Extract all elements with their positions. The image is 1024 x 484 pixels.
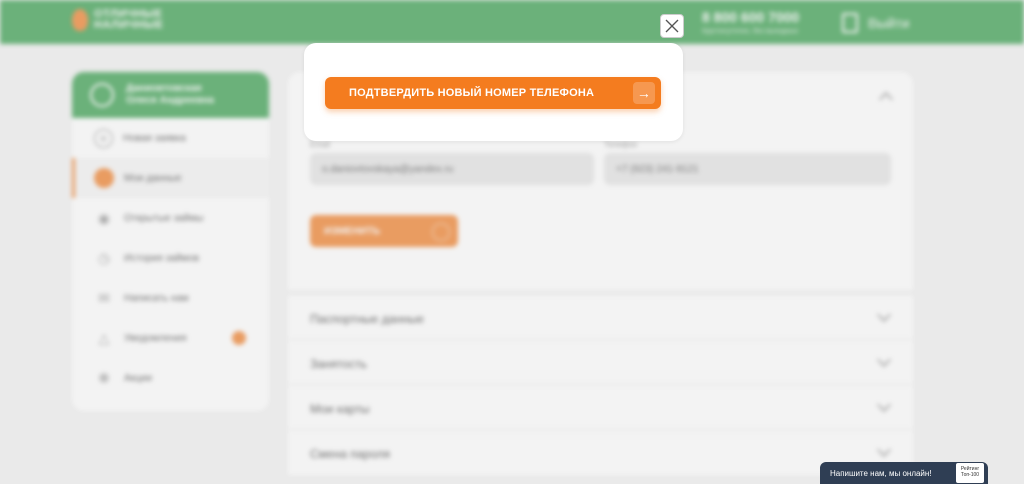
chat-widget[interactable]: Напишите нам, мы онлайн! Рейтинг Топ-100 xyxy=(820,462,988,484)
chat-label: Напишите нам, мы онлайн! xyxy=(830,468,932,478)
confirm-phone-button[interactable]: ПОДТВЕРДИТЬ НОВЫЙ НОМЕР ТЕЛЕФОНА → xyxy=(325,77,661,109)
modal-close-button[interactable] xyxy=(660,14,684,38)
close-icon xyxy=(665,19,679,33)
confirm-phone-modal: ПОДТВЕРДИТЬ НОВЫЙ НОМЕР ТЕЛЕФОНА → xyxy=(304,43,683,141)
rating-badge[interactable]: Рейтинг Топ-100 xyxy=(956,463,984,483)
confirm-phone-label: ПОДТВЕРДИТЬ НОВЫЙ НОМЕР ТЕЛЕФОНА xyxy=(349,87,595,99)
arrow-right-icon: → xyxy=(633,82,655,104)
